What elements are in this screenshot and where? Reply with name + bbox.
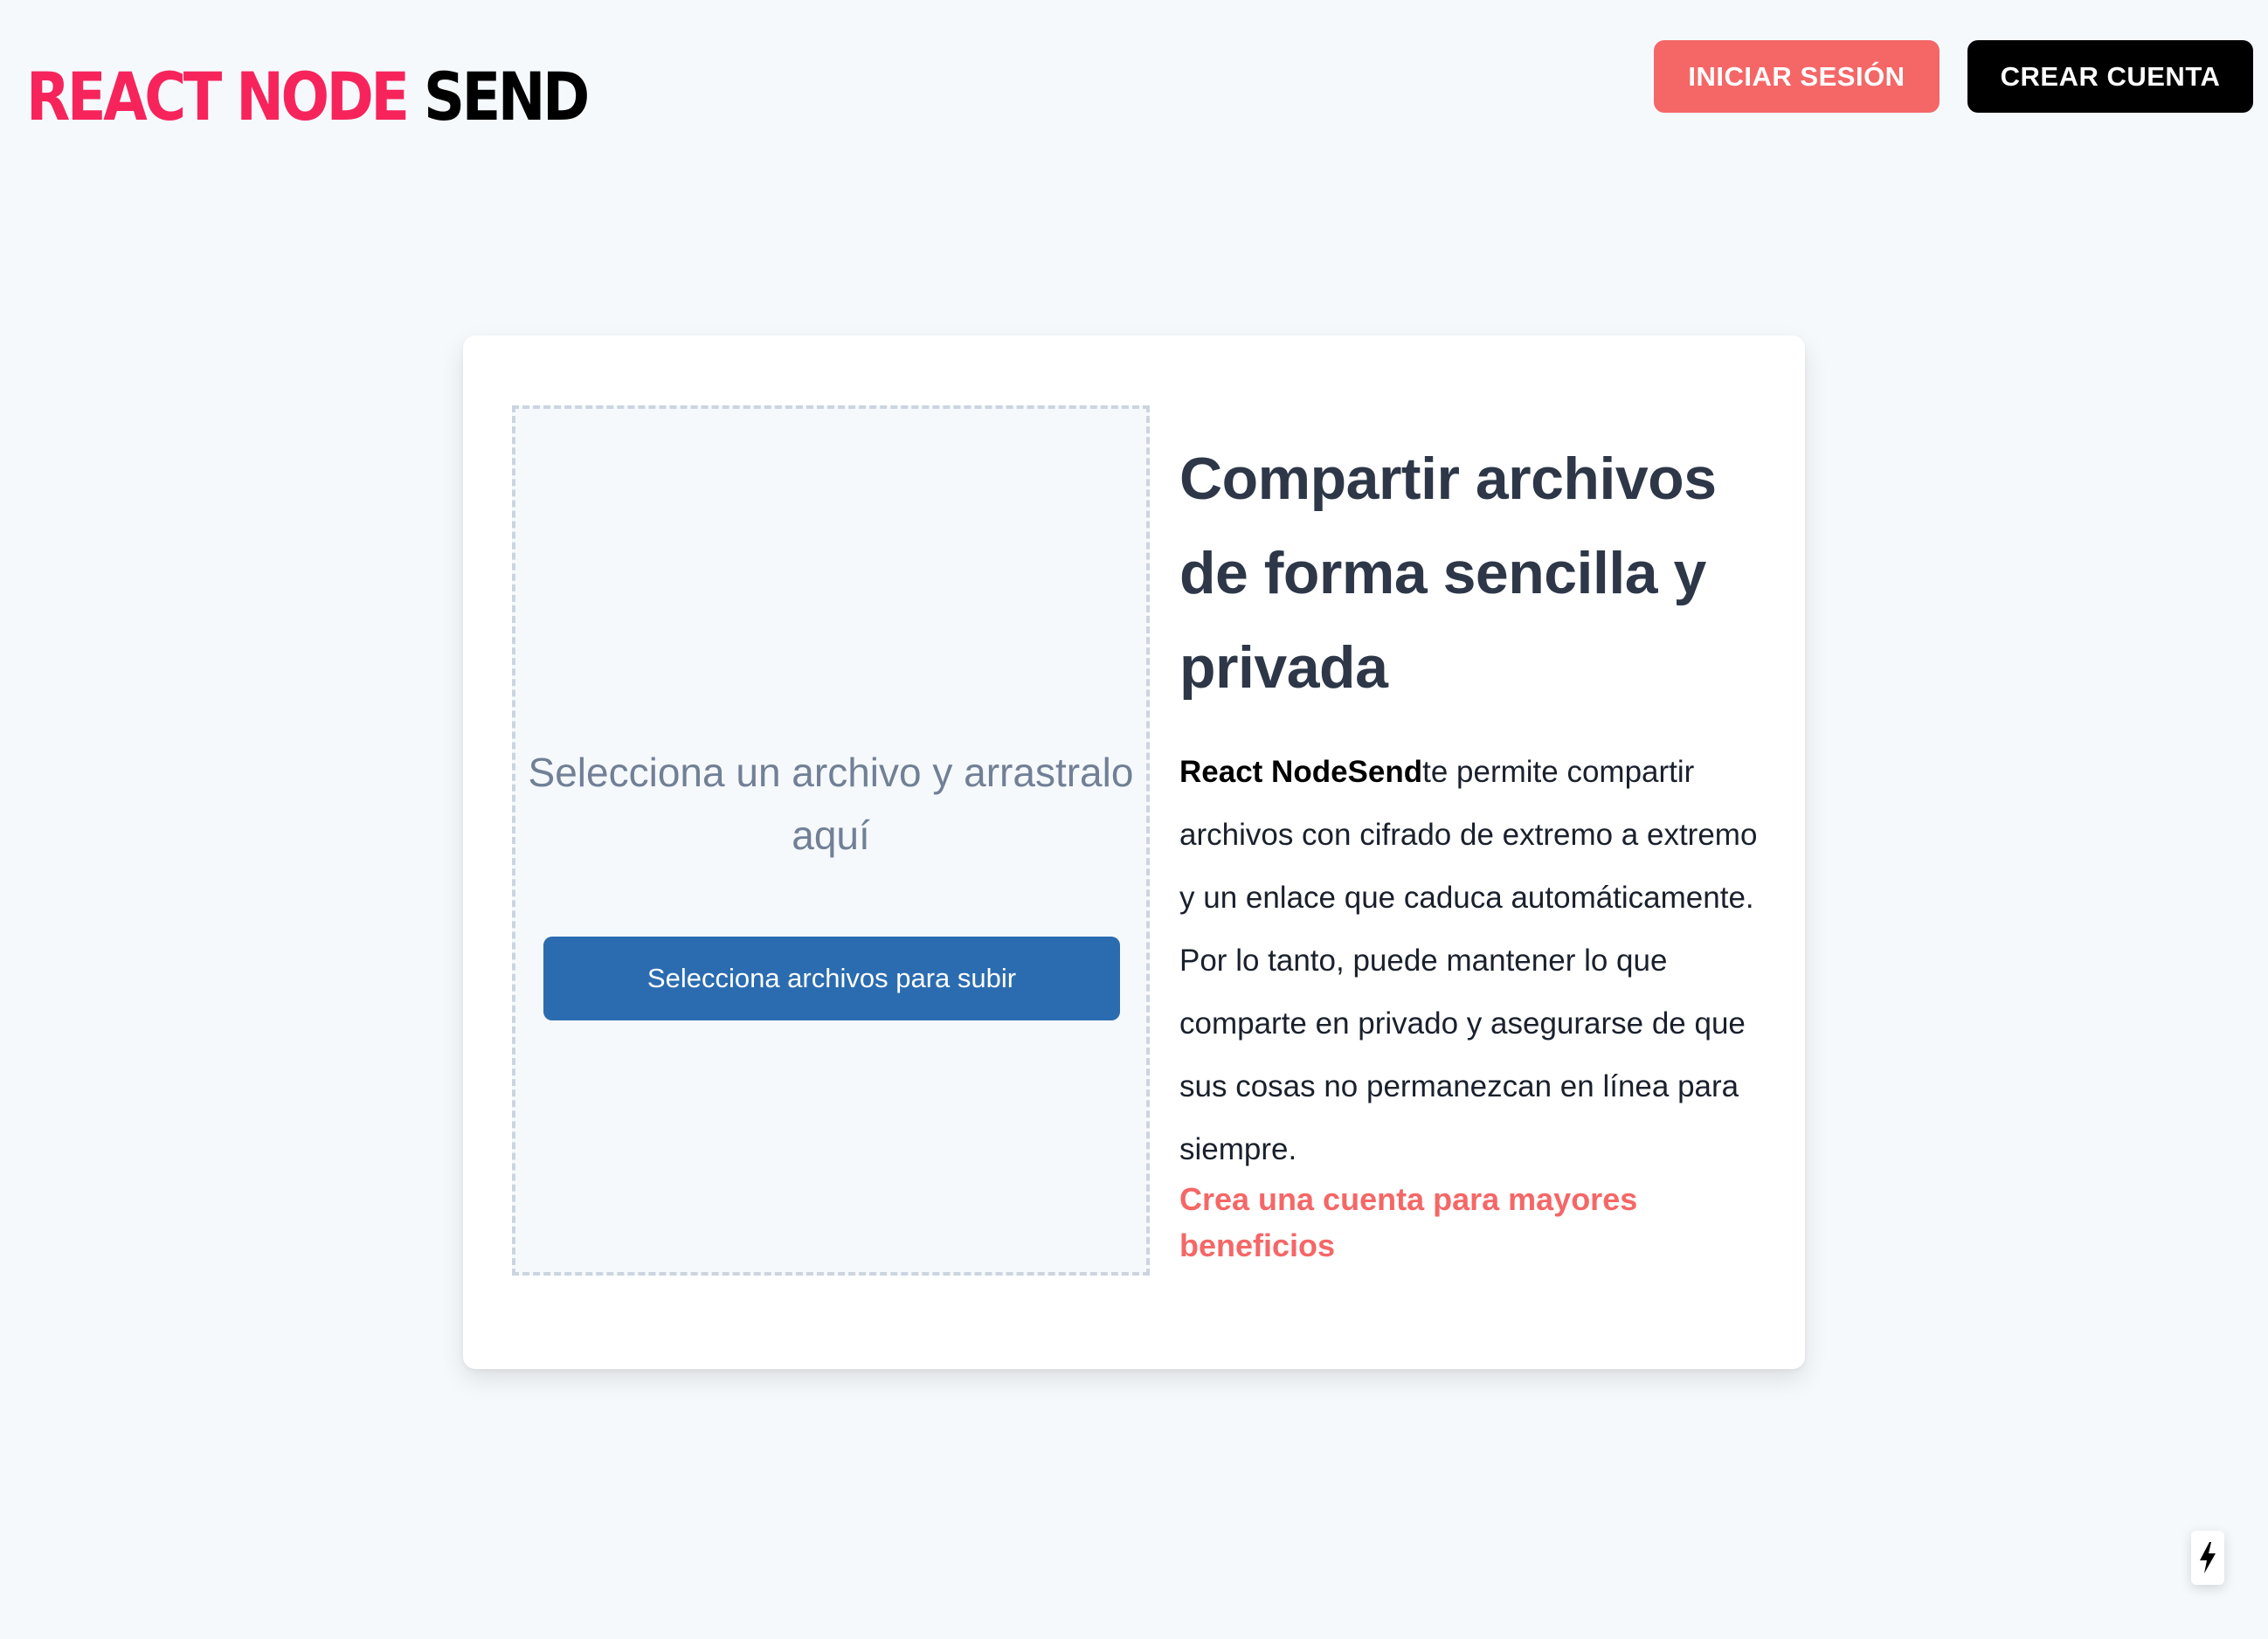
brand-name: React NodeSend <box>1179 755 1423 789</box>
dropzone-instruction: Selecciona un archivo y arrastralo aquí <box>528 750 1134 858</box>
page-title: Compartir archivos de forma sencilla y p… <box>1179 446 1717 701</box>
logo-react-node: REACT NODE <box>26 58 410 135</box>
logo-send: SEND <box>423 58 590 135</box>
logo[interactable]: REACT NODE SEND <box>26 58 590 136</box>
login-button[interactable]: INICIAR SESIÓN <box>1654 40 1940 113</box>
select-files-button[interactable]: Selecciona archivos para subir <box>543 937 1120 1020</box>
lightning-bolt-icon <box>2200 1542 2216 1573</box>
info-section: Compartir archivos de forma sencilla y p… <box>1179 432 1774 1269</box>
create-account-button[interactable]: CREAR CUENTA <box>1967 40 2253 113</box>
description: React NodeSendte permite compartir archi… <box>1179 741 1774 1181</box>
site-header: REACT NODE SEND INICIAR SESIÓN CREAR CUE… <box>0 0 2268 201</box>
file-dropzone[interactable]: Selecciona un archivo y arrastralo aquí … <box>512 405 1150 1276</box>
dev-indicator-badge[interactable] <box>2191 1531 2224 1585</box>
main-card: Selecciona un archivo y arrastralo aquí … <box>463 335 1805 1369</box>
create-account-link[interactable]: Crea una cuenta para mayores beneficios <box>1179 1176 1774 1269</box>
description-text: te permite compartir archivos con cifrad… <box>1179 755 1758 1166</box>
